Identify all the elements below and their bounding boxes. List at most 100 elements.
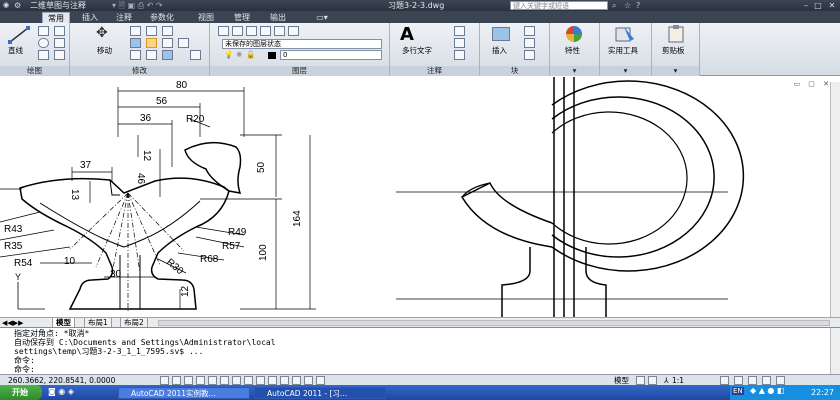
panel-annotation-title[interactable]: 注释 — [390, 66, 479, 76]
quick-properties-icon[interactable] — [304, 376, 313, 385]
clipboard-icon[interactable] — [666, 25, 686, 43]
start-button[interactable]: 开始 — [0, 385, 42, 400]
mirror-icon[interactable] — [146, 38, 157, 48]
mtext-button[interactable]: 多行文字 — [402, 45, 432, 56]
qat-icons[interactable]: ▾ 🗎 ▣ ⎙ ↶ ↷ — [112, 0, 163, 11]
transparency-icon[interactable] — [292, 376, 301, 385]
snap-icon[interactable] — [172, 376, 181, 385]
workspace-icon[interactable] — [720, 376, 729, 385]
dyn-icon[interactable] — [268, 376, 277, 385]
layer-icon[interactable] — [246, 26, 257, 36]
tab-insert[interactable]: 插入 — [76, 12, 104, 23]
properties-icon[interactable] — [563, 25, 585, 43]
insert-button[interactable]: 插入 — [492, 45, 507, 56]
horizontal-scrollbar[interactable] — [158, 320, 830, 326]
scale-icon[interactable] — [146, 50, 157, 60]
attribute-icon[interactable] — [524, 50, 535, 60]
clipboard-button[interactable]: 剪贴板 — [662, 45, 685, 56]
infer-constraints-icon[interactable] — [160, 376, 169, 385]
command-scrollbar[interactable] — [830, 328, 840, 375]
panel-draw-title[interactable]: 绘图 — [0, 66, 69, 76]
viewport-controls[interactable]: ▭ ▢ ✕ — [793, 80, 832, 88]
tab-manage[interactable]: 管理 — [228, 12, 256, 23]
region-icon[interactable] — [54, 50, 65, 60]
copy-icon[interactable] — [130, 38, 141, 48]
panel-block-title[interactable]: 块 — [480, 66, 549, 76]
cad-drawing[interactable]: 80 56 36 R20 12 37 46 50 13 164 100 R43 … — [0, 77, 830, 317]
layer-properties-icon[interactable] — [218, 26, 229, 36]
trim-icon[interactable] — [146, 26, 157, 36]
layer-icon[interactable] — [260, 26, 271, 36]
layer-state-dropdown[interactable]: 未保存的图层状态 — [222, 39, 382, 49]
table-icon[interactable] — [454, 50, 465, 60]
isolate-icon[interactable] — [762, 376, 771, 385]
explode-icon[interactable] — [178, 38, 189, 48]
properties-dropdown[interactable]: ▾ — [550, 66, 599, 76]
ortho-icon[interactable] — [196, 376, 205, 385]
dimension-icon[interactable] — [454, 26, 465, 36]
app-menu-icon[interactable]: ◉ — [3, 0, 9, 11]
array-icon[interactable] — [162, 50, 173, 60]
minimize-button[interactable]: – — [800, 0, 812, 11]
rectangle-icon[interactable] — [54, 26, 65, 36]
line-icon[interactable] — [8, 26, 30, 44]
tab-home[interactable]: 常用 — [42, 12, 70, 23]
utilities-button[interactable]: 实用工具 — [608, 45, 638, 56]
otrack-icon[interactable] — [244, 376, 253, 385]
circle-icon[interactable] — [38, 38, 49, 48]
pan-icon[interactable] — [648, 376, 657, 385]
selection-cycling-icon[interactable] — [316, 376, 325, 385]
layer-icon[interactable] — [232, 26, 243, 36]
clipboard-dropdown[interactable]: ▾ — [652, 66, 699, 76]
panel-layers-title[interactable]: 图层 — [210, 66, 389, 76]
leader-icon[interactable] — [454, 38, 465, 48]
properties-button[interactable]: 特性 — [565, 45, 580, 56]
drawing-canvas[interactable]: 80 56 36 R20 12 37 46 50 13 164 100 R43 … — [0, 77, 840, 317]
quick-access-icons[interactable]: ⚙ — [14, 0, 21, 11]
polar-icon[interactable] — [208, 376, 217, 385]
offset-icon[interactable] — [190, 50, 201, 60]
tray-icons[interactable]: ◆ ▲ ● ◧ — [750, 386, 784, 395]
taskbar-item-autocad[interactable]: AutoCAD 2011 - [习... — [254, 387, 386, 399]
3d-osnap-icon[interactable] — [232, 376, 241, 385]
vertical-scrollbar[interactable] — [830, 82, 840, 322]
taskbar-item-word[interactable]: AutoCAD 2011实例教... — [118, 387, 250, 399]
utilities-dropdown[interactable]: ▾ — [600, 66, 651, 76]
clean-screen-icon[interactable] — [776, 376, 785, 385]
tab-annotate[interactable]: 注释 — [110, 12, 138, 23]
layer-icon[interactable] — [274, 26, 285, 36]
stretch-icon[interactable] — [130, 50, 141, 60]
utilities-icon[interactable] — [614, 25, 636, 43]
arc-icon[interactable] — [38, 50, 49, 60]
subscription-icon[interactable]: ☆ — [624, 0, 631, 11]
polyline-icon[interactable] — [38, 26, 49, 36]
panel-modify-title[interactable]: 修改 — [70, 66, 209, 76]
tab-output[interactable]: 输出 — [264, 12, 292, 23]
hatch-icon[interactable] — [54, 38, 65, 48]
ribbon-toggle-icon[interactable]: ▭▾ — [312, 12, 332, 23]
edit-block-icon[interactable] — [524, 38, 535, 48]
osnap-icon[interactable] — [220, 376, 229, 385]
command-prompt[interactable]: 命令: — [14, 365, 35, 374]
lock-icon[interactable] — [734, 376, 743, 385]
insert-icon[interactable] — [492, 27, 510, 41]
grid-icon[interactable] — [184, 376, 193, 385]
layer-dropdown[interactable]: 0 — [280, 50, 382, 60]
ducs-icon[interactable] — [256, 376, 265, 385]
search-icon[interactable]: ⌕ — [612, 0, 616, 11]
help-icon[interactable]: ? — [636, 0, 640, 11]
tab-parametric[interactable]: 参数化 — [142, 12, 182, 23]
fillet-icon[interactable] — [162, 38, 173, 48]
move-icon[interactable]: ✥ — [96, 25, 108, 41]
line-button[interactable]: 直线 — [8, 45, 23, 56]
rotate-icon[interactable] — [130, 26, 141, 36]
command-window[interactable]: 指定对角点: *取消* 自动保存到 C:\Documents and Setti… — [0, 327, 840, 375]
workspace-switcher[interactable]: 二维草图与注释 — [30, 0, 86, 11]
hardware-accel-icon[interactable] — [748, 376, 757, 385]
erase-icon[interactable] — [162, 26, 173, 36]
layer-icon[interactable] — [288, 26, 299, 36]
search-input[interactable]: 键入关键字或短语 — [510, 1, 608, 10]
close-button[interactable]: ✕ — [826, 0, 838, 11]
quick-view-icon[interactable] — [636, 376, 645, 385]
create-block-icon[interactable] — [524, 26, 535, 36]
